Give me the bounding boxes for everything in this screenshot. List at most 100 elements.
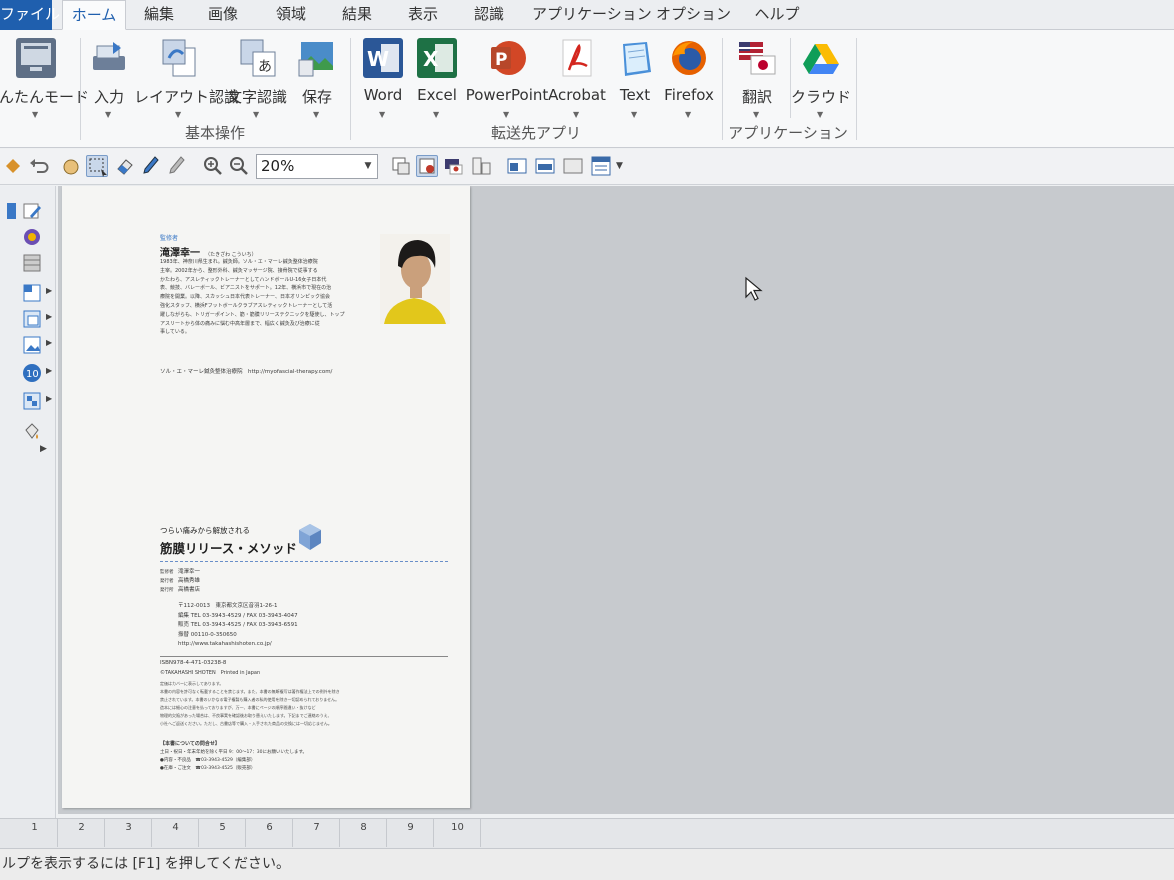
- tab-edit[interactable]: 編集: [136, 0, 182, 30]
- tab-options[interactable]: オプション: [656, 0, 731, 30]
- split-view-icon[interactable]: [470, 155, 492, 177]
- dropdown-arrow-icon[interactable]: ▼: [175, 110, 181, 119]
- grid-icon[interactable]: [20, 252, 44, 274]
- edit-text-icon[interactable]: [20, 200, 44, 222]
- send-powerpoint-button[interactable]: P PowerPoint ▼: [466, 36, 548, 122]
- undo-icon[interactable]: [28, 155, 50, 177]
- page-tab[interactable]: 8: [341, 819, 387, 847]
- tab-region[interactable]: 領域: [268, 0, 314, 30]
- dropdown-arrow-icon[interactable]: ▼: [433, 110, 439, 119]
- dropdown-arrow-icon[interactable]: ▼: [253, 110, 259, 119]
- region-table-icon[interactable]: [20, 308, 44, 330]
- chevron-right-icon[interactable]: ▶: [46, 366, 52, 375]
- chevron-right-icon[interactable]: ▶: [46, 394, 52, 403]
- dropdown-arrow-icon[interactable]: ▼: [817, 110, 823, 119]
- select-region-icon[interactable]: [86, 155, 108, 177]
- pen-icon[interactable]: [140, 155, 162, 177]
- zoom-select[interactable]: 20% ▼: [256, 154, 378, 179]
- eraser-icon[interactable]: [114, 155, 136, 177]
- send-firefox-button[interactable]: Firefox ▼: [654, 36, 724, 122]
- chevron-right-icon[interactable]: ▶: [46, 312, 52, 321]
- tab-recognize[interactable]: 認識: [466, 0, 512, 30]
- bio-line: 表、競技、バレーボール、ビアニストをサポート。12年、横浜市で現在の治: [160, 285, 332, 292]
- layout-single-icon[interactable]: [506, 155, 528, 177]
- inquiry-block: ●内容・不良品 ☎03-3943-4529（編集部） ●在庫・ご注文 ☎03-39…: [160, 757, 448, 773]
- dropdown-arrow-icon[interactable]: ▼: [573, 110, 579, 119]
- page-tab[interactable]: 5: [200, 819, 246, 847]
- region-number-icon[interactable]: 10: [20, 362, 44, 384]
- layout-wide-icon[interactable]: [534, 155, 556, 177]
- easy-mode-button[interactable]: かんたんモード ▼: [0, 36, 89, 122]
- input-button[interactable]: 入力 ▼: [74, 36, 144, 122]
- page-tab-strip: 1 2 3 4 5 6 7 8 9 10: [0, 818, 1174, 848]
- page-tab[interactable]: 4: [153, 819, 199, 847]
- section-rule: [160, 656, 448, 657]
- page-tab[interactable]: 9: [388, 819, 434, 847]
- translate-button[interactable]: 翻訳 ▼: [722, 36, 792, 122]
- cloud-button[interactable]: クラウド ▼: [786, 36, 856, 122]
- scanner-icon: [89, 38, 129, 78]
- dropdown-arrow-icon[interactable]: ▼: [753, 110, 759, 119]
- chevron-right-icon[interactable]: ▶: [40, 444, 47, 454]
- save-button[interactable]: 保存 ▼: [282, 36, 352, 122]
- app-window: ファイル ホーム 編集 画像 領域 結果 表示 認識 アプリケーション オプショ…: [0, 0, 1174, 880]
- region-image-icon[interactable]: [20, 334, 44, 356]
- tab-view[interactable]: 表示: [400, 0, 446, 30]
- layout-auto-icon[interactable]: [590, 155, 612, 177]
- document-workspace[interactable]: 監修者 滝澤幸一 （たきざわ こういち） 1983年、神奈川県生まれ。鍼灸師。ソ…: [58, 186, 1174, 814]
- tab-image[interactable]: 画像: [200, 0, 246, 30]
- mouse-cursor-icon: [744, 276, 764, 302]
- dropdown-arrow-icon[interactable]: ▼: [379, 110, 385, 119]
- chevron-down-icon[interactable]: ▼: [359, 155, 377, 178]
- group-app-label: アプリケーション: [728, 124, 848, 142]
- chevron-right-icon[interactable]: ▶: [46, 338, 52, 347]
- region-text-icon[interactable]: [20, 282, 44, 304]
- zoom-in-icon[interactable]: [202, 155, 224, 177]
- color-wheel-icon[interactable]: [20, 226, 44, 248]
- zoom-out-icon[interactable]: [228, 155, 250, 177]
- layout-recognition-button[interactable]: レイアウト認識 ▼: [134, 36, 239, 122]
- page-tab[interactable]: 2: [59, 819, 105, 847]
- credit-value: 高橋書店: [178, 587, 201, 593]
- tab-result[interactable]: 結果: [334, 0, 380, 30]
- page-preview[interactable]: 監修者 滝澤幸一 （たきざわ こういち） 1983年、神奈川県生まれ。鍼灸師。ソ…: [62, 186, 470, 808]
- bio-line: 躍しながらも、トリガーポイント、筋・筋膜リリーステクニックを駆使し、トップ: [160, 311, 345, 318]
- more-dropdown-icon[interactable]: ▼: [616, 155, 632, 177]
- page-tab[interactable]: 7: [294, 819, 340, 847]
- acrobat-icon: [557, 38, 597, 78]
- dropdown-arrow-icon[interactable]: ▼: [631, 110, 637, 119]
- marker-icon[interactable]: [166, 155, 188, 177]
- dropdown-arrow-icon[interactable]: ▼: [685, 110, 691, 119]
- send-excel-button[interactable]: X Excel ▼: [402, 36, 472, 122]
- dropdown-arrow-icon[interactable]: ▼: [313, 110, 319, 119]
- layout-blank-icon[interactable]: [562, 155, 584, 177]
- view-flag-icon[interactable]: [442, 155, 464, 177]
- dropdown-arrow-icon[interactable]: ▼: [503, 110, 509, 119]
- dropdown-arrow-icon[interactable]: ▼: [32, 110, 38, 119]
- tab-home[interactable]: ホーム: [62, 0, 126, 30]
- page-tab[interactable]: 3: [106, 819, 152, 847]
- fill-bucket-icon[interactable]: [20, 420, 44, 442]
- region-order-icon[interactable]: [20, 390, 44, 412]
- bio-line: 1983年、神奈川県生まれ。鍼灸師。ソル・エ・マーレ鍼灸整体治療院: [160, 259, 318, 265]
- tab-help[interactable]: ヘルプ: [750, 0, 804, 30]
- notice-line: 造本には細心の注意を払っておりますが、万一、本書にページの順序間違い・抜けなど: [160, 705, 316, 710]
- toolbar: 20% ▼ ▼: [0, 149, 1174, 185]
- view-image-icon[interactable]: [416, 155, 438, 177]
- page-tab[interactable]: 1: [12, 819, 58, 847]
- address-line: 編集 TEL 03-3943-4529 / FAX 03-3943-4047: [178, 612, 298, 619]
- notice-line: 禁止されています。本書のいかなる電子複製も購入者の私的使用を除き一切認められてお…: [160, 697, 340, 702]
- cube-logo: [298, 523, 322, 551]
- page-tab[interactable]: 10: [435, 819, 481, 847]
- tab-application[interactable]: アプリケーション: [532, 0, 652, 30]
- dropdown-arrow-icon[interactable]: ▼: [105, 110, 111, 119]
- fit-page-icon[interactable]: [390, 155, 412, 177]
- hand-tool-icon[interactable]: [60, 155, 82, 177]
- menu-file[interactable]: ファイル: [0, 0, 60, 30]
- star-icon[interactable]: [2, 155, 24, 177]
- page-tab[interactable]: 6: [247, 819, 293, 847]
- panel-tab-icon[interactable]: [0, 200, 16, 222]
- notice-line: 小社へご返送ください。ただし、古書店等で購入・入手された商品の交換には一切応じま…: [160, 721, 332, 726]
- chevron-right-icon[interactable]: ▶: [46, 286, 52, 295]
- svg-text:W: W: [367, 47, 389, 71]
